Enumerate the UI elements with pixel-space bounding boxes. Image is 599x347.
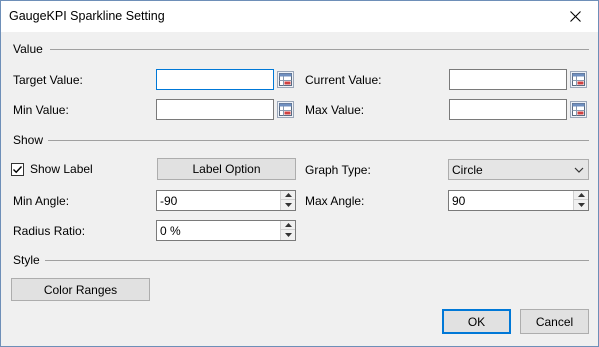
cell-range-picker-icon	[572, 73, 585, 86]
close-button[interactable]	[552, 1, 598, 32]
show-label-checkbox[interactable]	[11, 163, 24, 176]
label-option-button[interactable]: Label Option	[157, 158, 296, 180]
max-value-label: Max Value:	[305, 103, 365, 117]
max-value-picker-button[interactable]	[570, 101, 587, 118]
spin-up-arrow-icon	[284, 193, 292, 197]
dialog-title: GaugeKPI Sparkline Setting	[9, 9, 165, 23]
dialog-client-area: Value Target Value: Current Value: Min V…	[1, 32, 598, 346]
spin-down-arrow-icon	[284, 202, 292, 207]
radius-ratio-spinner[interactable]: 0 %	[156, 220, 296, 241]
show-label-text[interactable]: Show Label	[30, 162, 93, 176]
min-value-picker-button[interactable]	[277, 101, 294, 118]
section-show-divider	[48, 140, 589, 141]
section-value-label: Value	[13, 42, 43, 56]
section-show-label: Show	[13, 133, 44, 147]
current-value-input[interactable]	[449, 69, 567, 90]
graph-type-label: Graph Type:	[305, 163, 371, 177]
section-style-label: Style	[13, 253, 40, 267]
title-bar: GaugeKPI Sparkline Setting	[1, 1, 598, 32]
radius-ratio-label: Radius Ratio:	[13, 224, 86, 238]
min-angle-spinner[interactable]: -90	[156, 190, 296, 211]
max-value-input[interactable]	[449, 99, 567, 120]
ok-button[interactable]: OK	[442, 309, 511, 334]
section-style-divider	[45, 260, 589, 261]
target-value-input[interactable]	[156, 69, 274, 90]
spin-down-arrow-icon	[577, 202, 585, 207]
spin-up-arrow-icon	[284, 223, 292, 227]
cancel-button[interactable]: Cancel	[520, 309, 589, 334]
current-value-label: Current Value:	[305, 73, 382, 87]
dialog-window: GaugeKPI Sparkline Setting Value Target …	[0, 0, 599, 347]
radius-ratio-increment[interactable]	[281, 221, 295, 230]
color-ranges-button[interactable]: Color Ranges	[11, 278, 150, 301]
max-angle-decrement[interactable]	[574, 200, 588, 209]
cell-range-picker-icon	[279, 103, 292, 116]
cell-range-picker-icon	[279, 73, 292, 86]
checkmark-icon	[13, 166, 23, 174]
target-value-label: Target Value:	[13, 73, 83, 87]
chevron-down-icon	[574, 167, 584, 173]
graph-type-dropdown[interactable]: Circle	[448, 159, 589, 180]
max-angle-spinner[interactable]: 90	[448, 190, 589, 211]
spin-up-arrow-icon	[577, 193, 585, 197]
max-angle-increment[interactable]	[574, 191, 588, 200]
close-icon	[569, 11, 581, 22]
min-angle-label: Min Angle:	[13, 194, 70, 208]
current-value-picker-button[interactable]	[570, 71, 587, 88]
radius-ratio-decrement[interactable]	[281, 230, 295, 239]
target-value-picker-button[interactable]	[277, 71, 294, 88]
min-angle-spin-buttons	[280, 191, 295, 210]
min-angle-increment[interactable]	[281, 191, 295, 200]
max-angle-spin-buttons	[573, 191, 588, 210]
radius-ratio-spin-buttons	[280, 221, 295, 240]
min-value-label: Min Value:	[13, 103, 69, 117]
spin-down-arrow-icon	[284, 232, 292, 237]
section-value-divider	[50, 49, 589, 50]
max-angle-label: Max Angle:	[305, 194, 365, 208]
min-value-input[interactable]	[156, 99, 274, 120]
min-angle-decrement[interactable]	[281, 200, 295, 209]
cell-range-picker-icon	[572, 103, 585, 116]
